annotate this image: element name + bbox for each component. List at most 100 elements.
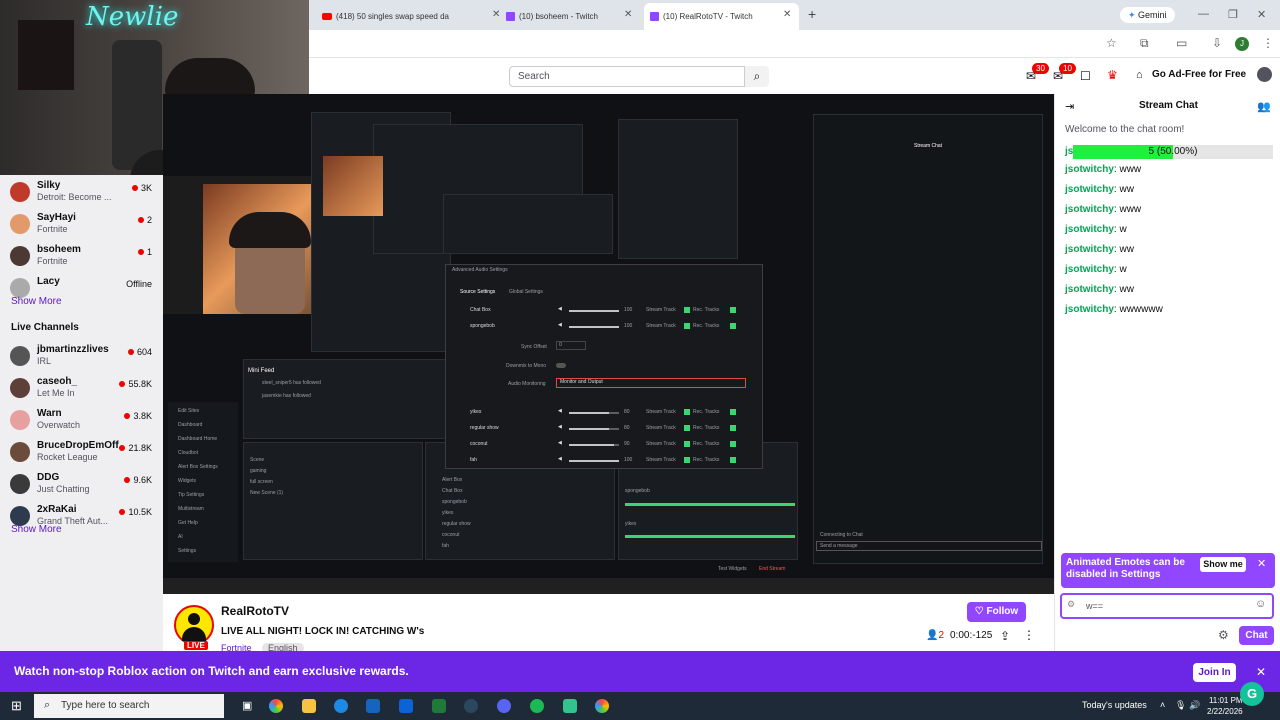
chrome-taskbar-icon[interactable] — [269, 699, 283, 713]
streamer-name[interactable]: RealRotoTV — [221, 604, 289, 618]
speaker-icon[interactable]: 🔊 — [1189, 700, 1200, 711]
stream-track-checkbox[interactable] — [684, 323, 690, 329]
streamlabs-menu-item[interactable]: Settings — [178, 548, 196, 554]
chat-username[interactable]: jsotwitchy — [1065, 304, 1114, 315]
speaker-icon[interactable]: ◀ — [558, 306, 562, 312]
prime-crown-icon[interactable]: ♛ — [1107, 68, 1118, 82]
sidebar-channel[interactable]: caseoh_ Let Me In 55.8K — [10, 376, 160, 406]
show-me-button[interactable]: Show me — [1200, 557, 1246, 572]
collapse-chat-icon[interactable]: ⇥ — [1065, 100, 1074, 113]
grammarly-icon[interactable]: G — [1240, 682, 1264, 706]
join-in-button[interactable]: Join In — [1193, 663, 1236, 682]
cast-icon[interactable]: ▭ — [1176, 36, 1187, 50]
chat-username[interactable]: jsotwitchy — [1065, 284, 1114, 295]
streamlabs-menu-item[interactable]: AI — [178, 534, 183, 540]
rec-track-checkbox[interactable] — [730, 307, 736, 313]
streamlabs-menu-item[interactable]: Dashboard — [178, 422, 202, 428]
sidebar-channel[interactable]: DDG Just Chatting 9.6K — [10, 472, 160, 502]
tab-close-icon[interactable]: ✕ — [624, 9, 632, 20]
discord-icon[interactable] — [497, 699, 511, 713]
new-tab-button[interactable]: + — [808, 6, 816, 22]
chat-username[interactable]: jsotwitchy — [1065, 244, 1114, 255]
sidebar-channel[interactable]: BruceDropEmOff Rocket League 21.8K — [10, 440, 160, 470]
scene-item[interactable]: New Scene (1) — [250, 490, 283, 496]
test-widgets-button[interactable]: Test Widgets — [718, 566, 747, 572]
whispers-icon[interactable]: ☐ — [1080, 69, 1091, 83]
chat-input[interactable]: w== — [1060, 593, 1274, 619]
chat-username[interactable]: jsotwitchy — [1065, 264, 1114, 275]
show-more-followed[interactable]: Show More — [11, 296, 62, 307]
toast-close-icon[interactable]: ✕ — [1257, 557, 1266, 570]
streamlabs-menu-item[interactable]: Widgets — [178, 478, 196, 484]
clock[interactable]: 11:01 PM 2/22/2026 — [1207, 695, 1243, 717]
speaker-icon[interactable]: ◀ — [558, 440, 562, 446]
bookmark-star-icon[interactable]: ☆ — [1106, 36, 1117, 50]
ad-free-button[interactable]: Go Ad-Free for Free — [1152, 69, 1246, 80]
streamlabs-menu-item[interactable]: Tip Settings — [178, 492, 204, 498]
stream-track-checkbox[interactable] — [684, 457, 690, 463]
browser-tab-realrototv[interactable]: (10) RealRotoTV - Twitch — [644, 3, 799, 30]
source-item[interactable]: yikes — [442, 510, 453, 516]
extensions-icon[interactable]: ⧉ — [1140, 36, 1149, 51]
source-item[interactable]: regular show — [442, 521, 471, 527]
streamlabs-menu-item[interactable]: Cloudbot — [178, 450, 198, 456]
speaker-icon[interactable]: ◀ — [558, 408, 562, 414]
extension-icon[interactable]: ⚙ — [1067, 599, 1075, 610]
microphone-icon[interactable]: 🎙 — [1175, 700, 1186, 711]
restore-icon[interactable]: ❐ — [1228, 8, 1238, 21]
browser-tab-bsoheem[interactable]: (10) bsoheem - Twitch — [500, 5, 640, 27]
downmix-toggle[interactable] — [556, 363, 566, 368]
sidebar-channel[interactable]: SayHayi Fortnite 2 — [10, 212, 160, 242]
users-icon[interactable]: 👥 — [1257, 100, 1271, 113]
gemini-button[interactable]: ✦ Gemini — [1120, 7, 1175, 23]
sidebar-channel[interactable]: jbmartinzzlives IRL 604 — [10, 344, 160, 374]
taskbar-search[interactable]: Type here to search — [34, 694, 224, 718]
speaker-icon[interactable]: ◀ — [558, 456, 562, 462]
banner-close-icon[interactable]: ✕ — [1256, 665, 1266, 679]
source-item[interactable]: Chat Box — [442, 488, 463, 494]
sidebar-channel[interactable]: bsoheem Fortnite 1 — [10, 244, 160, 274]
minimize-icon[interactable]: — — [1198, 8, 1209, 20]
edge-icon[interactable] — [334, 699, 348, 713]
store-icon[interactable] — [366, 699, 380, 713]
source-item[interactable]: spongebob — [442, 499, 467, 505]
rec-track-checkbox[interactable] — [730, 457, 736, 463]
source-item[interactable]: Alert Box — [442, 477, 462, 483]
chat-username[interactable]: jsotwitchy — [1065, 224, 1114, 235]
chat-username[interactable]: jsotwitchy — [1065, 184, 1114, 195]
stream-track-checkbox[interactable] — [684, 425, 690, 431]
volume-slider[interactable] — [569, 428, 619, 430]
monitoring-select[interactable]: Monitor and Output — [556, 378, 746, 388]
source-item[interactable]: fah — [442, 543, 449, 549]
window-close-icon[interactable]: ✕ — [1257, 8, 1266, 21]
emote-picker-icon[interactable]: ☺ — [1255, 598, 1266, 610]
dialog-tab-global[interactable]: Global Settings — [509, 289, 543, 295]
chat-username[interactable]: jsotwitchy — [1065, 164, 1114, 175]
news-widget[interactable]: Today's updates — [1082, 700, 1147, 710]
streamlabs-menu-item[interactable]: Dashboard Home — [178, 436, 217, 442]
volume-slider[interactable] — [569, 310, 619, 312]
streamer-avatar[interactable] — [174, 605, 214, 645]
streamlabs-menu-item[interactable]: Edit Sites — [178, 408, 199, 414]
streamlabs-menu-item[interactable]: Alert Box Settings — [178, 464, 218, 470]
sidebar-channel[interactable]: Silky Detroit: Become ... 3K — [10, 180, 160, 210]
browser-menu-icon[interactable]: ⋮ — [1262, 36, 1274, 50]
search-button[interactable]: ⌕ — [745, 66, 769, 87]
dialog-tab-source[interactable]: Source Settings — [460, 289, 495, 295]
browser-tab-youtube[interactable]: (418) 50 singles swap speed da — [316, 5, 486, 27]
scene-item[interactable]: Scene — [250, 457, 264, 463]
task-view-icon[interactable]: ▣ — [242, 699, 252, 712]
rec-track-checkbox[interactable] — [730, 409, 736, 415]
streamlabs-menu-item[interactable]: Get Help — [178, 520, 198, 526]
chat-settings-icon[interactable]: ⚙ — [1218, 628, 1229, 642]
downloads-icon[interactable]: ⇩ — [1212, 36, 1222, 50]
sync-offset-input[interactable]: 0 — [556, 341, 586, 350]
volume-slider[interactable] — [569, 444, 619, 446]
volume-slider[interactable] — [569, 460, 619, 462]
excel-icon[interactable] — [432, 699, 446, 713]
share-icon[interactable]: ⇪ — [1000, 629, 1010, 643]
more-options-icon[interactable]: ⋮ — [1023, 628, 1035, 642]
user-avatar[interactable] — [1257, 67, 1272, 82]
speaker-icon[interactable]: ◀ — [558, 322, 562, 328]
spotify-icon[interactable] — [530, 699, 544, 713]
